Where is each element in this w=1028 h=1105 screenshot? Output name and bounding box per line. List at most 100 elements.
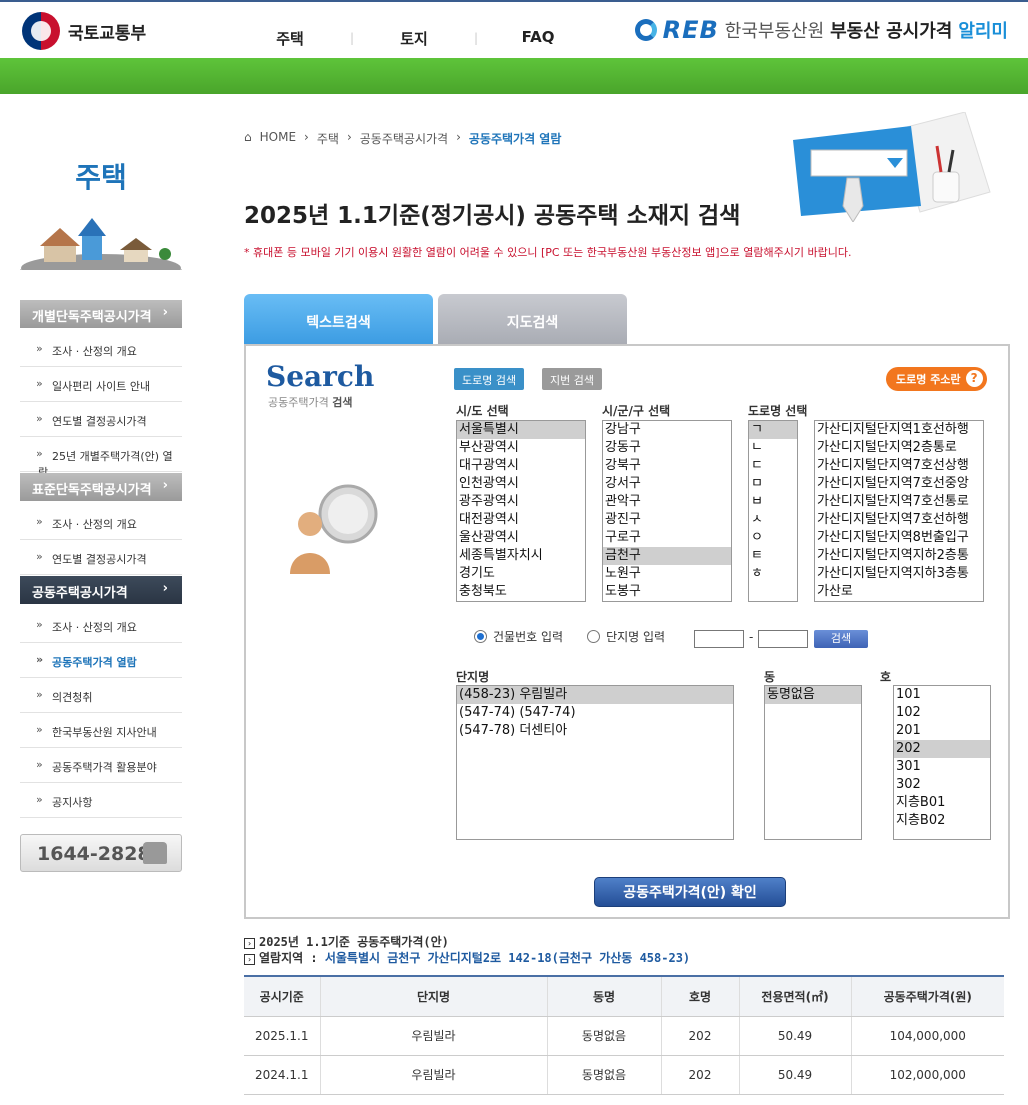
initial-option[interactable]: ㅎ	[749, 565, 797, 583]
dong-option[interactable]: 동명없음	[765, 686, 861, 704]
reb-ring-icon	[634, 19, 657, 41]
sigungu-listbox[interactable]: 강남구 강동구 강북구 강서구 관악구 광진구 구로구 금천구 노원구 도봉구	[602, 420, 732, 602]
result-location: › 열람지역 : 서울특별시 금천구 가산디지털2로 142-18(금천구 가산동…	[244, 949, 690, 966]
initial-option[interactable]: ㅇ	[749, 529, 797, 547]
road-name-listbox[interactable]: 가산디지털단지역1호선하행 가산디지털단지역2층통로 가산디지털단지역7호선상행 가산…	[814, 420, 984, 602]
road-option[interactable]: 가산로	[815, 583, 983, 601]
complex-option[interactable]: (547-74) (547-74)	[457, 704, 733, 722]
road-option[interactable]: 가산디지털단지역8번출입구	[815, 529, 983, 547]
jibun-search-button[interactable]: 지번 검색	[542, 368, 602, 390]
menu-apartment[interactable]: 공동주택공시가격 ›	[20, 576, 182, 604]
sidebar-item-standard-overview[interactable]: 조사 · 산정의 개요	[20, 505, 182, 540]
ministry-logo[interactable]: 국토교통부	[22, 12, 146, 50]
ho-option[interactable]: 102	[894, 704, 990, 722]
breadcrumb-apartment[interactable]: 공동주택공시가격	[360, 130, 448, 147]
initial-option[interactable]: ㅌ	[749, 547, 797, 565]
sigungu-option[interactable]: 강남구	[603, 421, 731, 439]
road-name-search-button[interactable]: 도로명 검색	[454, 368, 525, 390]
table-row: 2024.1.1 우림빌라 동명없음 202 50.49 102,000,000	[244, 1055, 1004, 1095]
sido-option[interactable]: 서울특별시	[457, 421, 585, 439]
nav-faq[interactable]: FAQ	[478, 28, 598, 49]
menu-standard-house[interactable]: 표준단독주택공시가격 ›	[20, 473, 182, 501]
road-option[interactable]: 가산디지털단지역지하2층통	[815, 547, 983, 565]
initial-option[interactable]: ㄱ	[749, 421, 797, 439]
sigungu-option[interactable]: 강북구	[603, 457, 731, 475]
building-search-button[interactable]: 검색	[814, 630, 868, 648]
building-sub-number-input[interactable]	[758, 630, 808, 648]
phone-banner[interactable]: 1644-2828	[20, 834, 182, 872]
confirm-price-button[interactable]: 공동주택가격(안) 확인	[594, 877, 786, 907]
complex-option[interactable]: (547-78) 더센티아	[457, 722, 733, 740]
complex-listbox[interactable]: (458-23) 우림빌라 (547-74) (547-74) (547-78) 더…	[456, 685, 734, 840]
sigungu-option[interactable]: 구로구	[603, 529, 731, 547]
breadcrumb-home[interactable]: HOME	[260, 130, 296, 147]
sido-option[interactable]: 부산광역시	[457, 439, 585, 457]
initial-option[interactable]: ㅁ	[749, 475, 797, 493]
radio-complex-name[interactable]	[587, 630, 601, 643]
sido-option[interactable]: 대구광역시	[457, 457, 585, 475]
sidebar-item-25-individual-draft[interactable]: 25년 개별주택가격(안) 열람	[20, 437, 182, 479]
breadcrumb-housing[interactable]: 주택	[317, 130, 339, 147]
reb-brand-logo[interactable]: REB 한국부동산원 부동산 공시가격 알리미	[634, 16, 1008, 44]
sigungu-option[interactable]: 노원구	[603, 565, 731, 583]
sidebar-item-ilsapyeonri[interactable]: 일사편리 사이트 안내	[20, 367, 182, 402]
sigungu-option[interactable]: 금천구	[603, 547, 731, 565]
nav-land[interactable]: 토지	[354, 28, 474, 49]
sidebar-item-usage[interactable]: 공동주택가격 활용분야	[20, 748, 182, 783]
sido-option[interactable]: 광주광역시	[457, 493, 585, 511]
road-option[interactable]: 가산디지털단지역지하3층통	[815, 565, 983, 583]
sido-option[interactable]: 경기도	[457, 565, 585, 583]
tab-text-search[interactable]: 텍스트검색	[244, 294, 433, 346]
ho-option[interactable]: 101	[894, 686, 990, 704]
ho-option[interactable]: 지층B02	[894, 812, 990, 830]
sidebar-item-apartment-lookup[interactable]: 공동주택가격 열람	[20, 643, 182, 678]
road-option[interactable]: 가산디지털단지역7호선중앙	[815, 475, 983, 493]
nav-housing[interactable]: 주택	[230, 28, 350, 49]
ho-option[interactable]: 202	[894, 740, 990, 758]
sigungu-option[interactable]: 도봉구	[603, 583, 731, 601]
road-option[interactable]: 가산디지털단지역2층통로	[815, 439, 983, 457]
dong-listbox[interactable]: 동명없음	[764, 685, 862, 840]
initial-option[interactable]: ㅂ	[749, 493, 797, 511]
sidebar-item-opinion[interactable]: 의견청취	[20, 678, 182, 713]
sidebar-item-label: 공동주택가격 활용분야	[52, 761, 157, 774]
tab-map-search[interactable]: 지도검색	[438, 294, 627, 346]
road-option[interactable]: 가산디지털단지역7호선통로	[815, 493, 983, 511]
initial-option[interactable]: ㅅ	[749, 511, 797, 529]
sido-option[interactable]: 울산광역시	[457, 529, 585, 547]
ho-option[interactable]: 201	[894, 722, 990, 740]
initial-option[interactable]: ㄴ	[749, 439, 797, 457]
ho-option[interactable]: 301	[894, 758, 990, 776]
sido-option[interactable]: 충청북도	[457, 583, 585, 601]
sidebar-item-apartment-overview[interactable]: 조사 · 산정의 개요	[20, 608, 182, 643]
ho-option[interactable]: 지층B01	[894, 794, 990, 812]
sidebar-item-branches[interactable]: 한국부동산원 지사안내	[20, 713, 182, 748]
road-option[interactable]: 가산디지털단지역7호선상행	[815, 457, 983, 475]
sigungu-option[interactable]: 관악구	[603, 493, 731, 511]
sidebar-item-notices[interactable]: 공지사항	[20, 783, 182, 818]
sido-option[interactable]: 대전광역시	[457, 511, 585, 529]
radio-building-number[interactable]	[474, 630, 487, 643]
chevron-right-icon: ›	[162, 478, 168, 493]
menu-individual-house[interactable]: 개별단독주택공시가격 ›	[20, 300, 182, 328]
ho-listbox[interactable]: 101 102 201 202 301 302 지층B01 지층B02	[893, 685, 991, 840]
sido-option[interactable]: 세종특별자치시	[457, 547, 585, 565]
road-option[interactable]: 가산디지털단지역7호선하행	[815, 511, 983, 529]
building-main-number-input[interactable]	[694, 630, 744, 648]
sigungu-option[interactable]: 광진구	[603, 511, 731, 529]
ho-option[interactable]: 302	[894, 776, 990, 794]
sigungu-option[interactable]: 강서구	[603, 475, 731, 493]
sidebar-item-label: 일사편리 사이트 안내	[52, 380, 151, 393]
sido-listbox[interactable]: 서울특별시 부산광역시 대구광역시 인천광역시 광주광역시 대전광역시 울산광역시 세종특별자…	[456, 420, 586, 602]
complex-option[interactable]: (458-23) 우림빌라	[457, 686, 733, 704]
breadcrumb-sep-icon: ›	[346, 130, 352, 144]
road-address-guide-button[interactable]: 도로명 주소란?	[886, 367, 987, 391]
sido-option[interactable]: 인천광역시	[457, 475, 585, 493]
initial-option[interactable]: ㄷ	[749, 457, 797, 475]
sidebar-item-individual-overview[interactable]: 조사 · 산정의 개요	[20, 332, 182, 367]
sidebar-item-standard-yearly[interactable]: 연도별 결정공시가격	[20, 540, 182, 575]
initial-consonant-listbox[interactable]: ㄱㄴㄷㅁㅂㅅㅇㅌㅎ	[748, 420, 798, 602]
road-option[interactable]: 가산디지털단지역1호선하행	[815, 421, 983, 439]
sidebar-item-individual-yearly[interactable]: 연도별 결정공시가격	[20, 402, 182, 437]
sigungu-option[interactable]: 강동구	[603, 439, 731, 457]
